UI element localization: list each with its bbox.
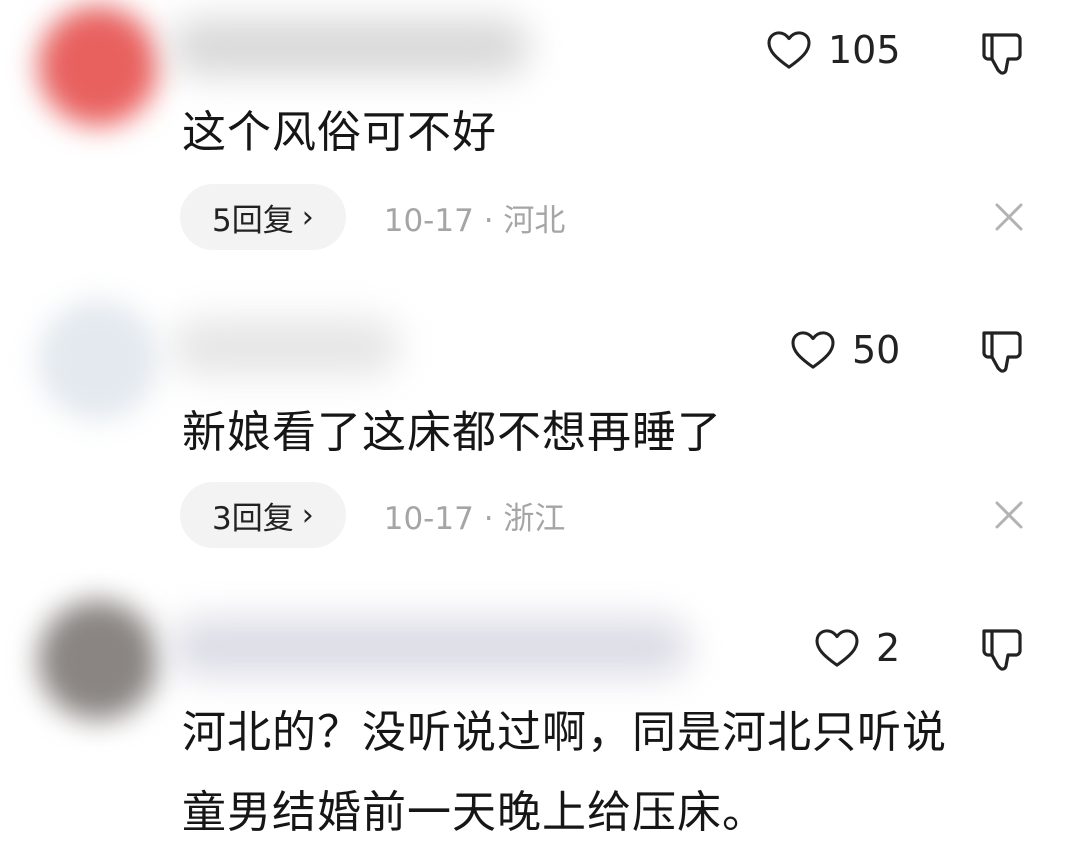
replies-button[interactable]: 3回复 › — [180, 482, 346, 548]
heart-icon — [767, 31, 811, 69]
comment-text: 这个风俗可不好 — [182, 107, 497, 158]
thumbs-down-icon[interactable] — [980, 328, 1024, 374]
comment-text-line: 童男结婚前一天晚上给压床。 — [182, 787, 767, 838]
like-count: 105 — [828, 28, 901, 72]
username-blurred[interactable] — [170, 318, 400, 376]
replies-label: 3回复 — [212, 500, 294, 537]
like-button[interactable]: 50 — [790, 328, 900, 372]
like-count: 2 — [876, 626, 901, 670]
heart-icon — [791, 331, 835, 369]
date-location: 10-17 · 浙江 — [384, 493, 566, 538]
username-blurred[interactable] — [170, 18, 530, 76]
comment-text: 新娘看了这床都不想再睡了 — [182, 407, 722, 458]
like-button[interactable]: 105 — [766, 28, 901, 72]
username-blurred[interactable] — [170, 618, 690, 676]
comment-date: 10-17 — [383, 500, 474, 537]
comment-text: 河北的？没听说过啊，同是河北只听说 童男结婚前一天晚上给压床。 — [182, 698, 1012, 848]
comment-date: 10-17 — [383, 202, 474, 239]
avatar[interactable] — [38, 6, 158, 126]
close-icon[interactable] — [992, 200, 1026, 234]
meta-separator: · — [483, 500, 494, 537]
date-location: 10-17 · 河北 — [384, 195, 566, 240]
like-button[interactable]: 2 — [814, 626, 900, 670]
replies-label: 5回复 — [212, 202, 294, 239]
chevron-right-icon: › — [301, 199, 314, 235]
heart-icon — [815, 629, 859, 667]
close-icon[interactable] — [992, 498, 1026, 532]
comment-text-line: 河北的？没听说过啊，同是河北只听说 — [182, 707, 947, 758]
meta-separator: · — [483, 202, 494, 239]
like-count: 50 — [852, 328, 901, 372]
comment-meta: 3回复 › 10-17 · 浙江 — [180, 482, 565, 548]
avatar[interactable] — [38, 600, 158, 720]
comment-meta: 5回复 › 10-17 · 河北 — [180, 184, 565, 250]
thumbs-down-icon[interactable] — [980, 30, 1024, 76]
comment-location: 浙江 — [503, 500, 566, 537]
comment-location: 河北 — [503, 202, 566, 239]
chevron-right-icon: › — [301, 497, 314, 533]
avatar[interactable] — [38, 300, 158, 420]
replies-button[interactable]: 5回复 › — [180, 184, 346, 250]
thumbs-down-icon[interactable] — [980, 626, 1024, 672]
